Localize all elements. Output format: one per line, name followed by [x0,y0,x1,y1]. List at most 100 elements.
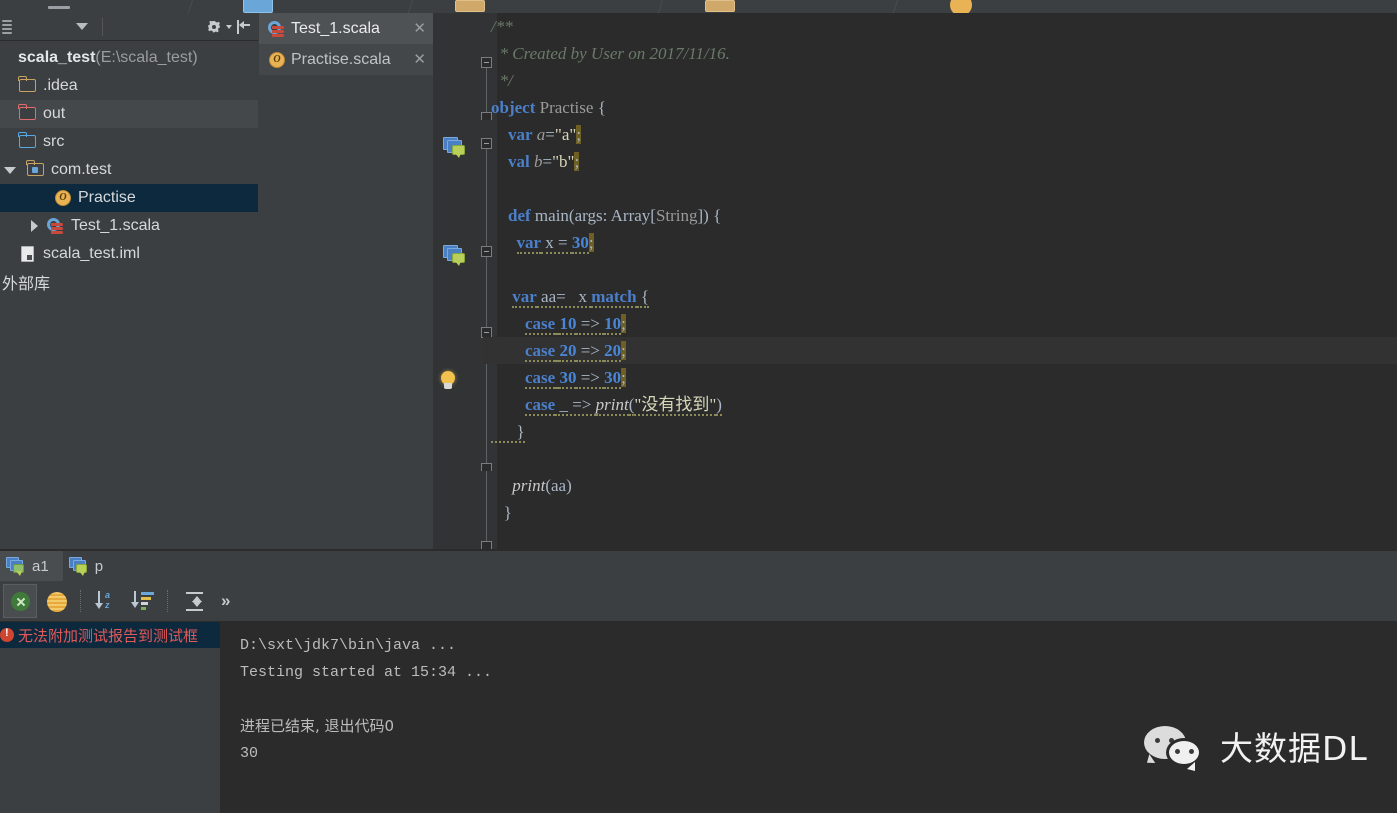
tool-tab-p[interactable]: p [63,551,117,582]
tab-label: Test_1.scala [291,19,380,37]
code-line[interactable]: print(aa) [483,472,1397,499]
chevron-right-icon[interactable] [26,218,42,234]
close-icon[interactable]: ✕ [413,52,426,67]
tree-item-label: scala_test [18,49,96,66]
gear-icon[interactable] [206,19,222,35]
code-line[interactable]: var aa= x match { [483,283,1397,310]
tree-item-test1-scala[interactable]: Test_1.scala [0,212,258,240]
chevron-down-icon[interactable] [2,162,18,178]
code-line[interactable]: object Practise { [483,94,1397,121]
watermark-label: 大数据DL [1220,729,1368,768]
code-content[interactable]: /** * Created by User on 2017/11/16. */ … [483,13,1397,549]
tree-item-label: Test_1.scala [71,217,160,234]
tree-item-com-test[interactable]: com.test [0,156,258,184]
project-panel-header [0,13,258,41]
green-x-icon[interactable] [3,584,37,618]
scala-file-icon [46,217,66,235]
minimize-icon[interactable] [48,0,70,9]
tree-item-iml[interactable]: scala_test.iml [0,240,258,268]
sun-icon[interactable] [40,584,74,618]
wechat-icon [1144,726,1206,771]
scala-object-icon: O [267,51,287,69]
code-line[interactable] [483,445,1397,472]
tab-test1-scala[interactable]: Test_1.scala ✕ [259,13,433,44]
console-line: Testing started at 15:34 ... [240,664,493,681]
lightbulb-icon[interactable] [439,371,457,391]
package-folder-icon [26,160,46,179]
editor-tab-bar[interactable]: Test_1.scala ✕ O Practise.scala ✕ [259,13,433,75]
sort-az-bottom-label: z [105,600,110,610]
scala-method-marker-icon[interactable] [443,245,467,267]
code-line[interactable]: case 20 => 20; [483,337,1397,364]
tab-label: Practise.scala [291,50,391,68]
scala-object-marker-icon[interactable] [443,137,467,159]
code-line[interactable]: * Created by User on 2017/11/16. [483,40,1397,67]
idea-window: scala_test (E:\scala_test) .idea out src… [0,0,1397,813]
chevron-down-icon[interactable] [76,23,88,30]
test-run-tab-icon [6,557,28,576]
error-icon [0,627,14,642]
tan-rect-icon-2[interactable] [705,0,735,12]
project-tree[interactable]: scala_test (E:\scala_test) .idea out src… [0,41,258,549]
scala-object-icon: O [53,189,73,207]
tree-item-label: src [43,133,65,150]
tree-item-label: out [43,105,66,122]
hide-panel-icon[interactable] [236,19,252,34]
tree-item-src[interactable]: src [0,128,258,156]
code-line[interactable]: case 10 => 10; [483,310,1397,337]
tree-item-practise[interactable]: O Practise [0,184,258,212]
code-line[interactable]: /** [483,13,1397,40]
tree-item-idea[interactable]: .idea [0,72,258,100]
tree-item-path: (E:\scala_test) [95,49,198,66]
code-line[interactable]: case _ => print("没有找到") [483,391,1397,418]
sort-lines-icon[interactable] [127,584,161,618]
code-line[interactable]: var x = 30; [483,229,1397,256]
folder-blue-icon [18,132,38,151]
folder-icon [18,76,38,95]
code-line[interactable]: */ [483,67,1397,94]
tool-tab-label: p [94,557,104,575]
tree-item-out[interactable]: out [0,100,258,128]
code-line[interactable]: } [483,418,1397,445]
code-line[interactable]: val b="b"; [483,148,1397,175]
tree-item-external-libraries[interactable]: 外部库 [0,268,258,296]
code-line[interactable]: def main(args: Array[String]) { [483,202,1397,229]
tool-window-tab-bar[interactable]: a1 p [0,550,1397,582]
tree-item-scala_test[interactable]: scala_test (E:\scala_test) [0,44,258,72]
iml-file-icon [18,245,38,263]
console-output[interactable]: D:\sxt\jdk7\bin\java ... Testing started… [220,622,1397,813]
tree-item-label: com.test [51,161,112,178]
tan-rect-icon[interactable] [455,0,485,12]
test-tree-label: 无法附加测试报告到测试框 [18,627,199,645]
tab-strip-filler [259,75,433,549]
blue-rect-icon[interactable] [243,0,273,13]
collapse-all-icon[interactable] [177,584,211,618]
scala-file-icon [267,20,287,38]
grip-icon [2,19,12,34]
main-toolbar [0,0,1397,13]
close-icon[interactable]: ✕ [413,21,426,36]
sort-az-icon[interactable]: a z [90,584,124,618]
test-tree-row[interactable]: 无法附加测试报告到测试框 [0,622,220,648]
code-line[interactable] [483,256,1397,283]
sort-az-top-label: a [105,590,111,600]
chevron-right-double-icon[interactable]: » [221,591,230,611]
code-editor[interactable]: /** * Created by User on 2017/11/16. */ … [433,13,1397,549]
tree-item-label: 外部库 [2,276,51,293]
orange-circle-icon[interactable] [950,0,972,13]
code-line[interactable]: var a="a"; [483,121,1397,148]
test-result-tree[interactable]: 无法附加测试报告到测试框 [0,622,220,813]
code-line[interactable] [483,175,1397,202]
code-line[interactable]: } [483,499,1397,526]
tree-item-label: Practise [78,189,136,206]
test-run-toolbar[interactable]: a z » [0,581,1397,622]
tab-practise-scala[interactable]: O Practise.scala ✕ [259,44,433,75]
code-line[interactable]: case 30 => 30; [483,364,1397,391]
console-command-line: D:\sxt\jdk7\bin\java ... [240,637,457,654]
tool-tab-a1[interactable]: a1 [0,550,63,582]
chevron-down-small-icon[interactable] [226,24,232,29]
tool-tab-label: a1 [32,557,49,575]
tree-item-label: .idea [43,77,78,94]
watermark: 大数据DL [1144,722,1368,771]
